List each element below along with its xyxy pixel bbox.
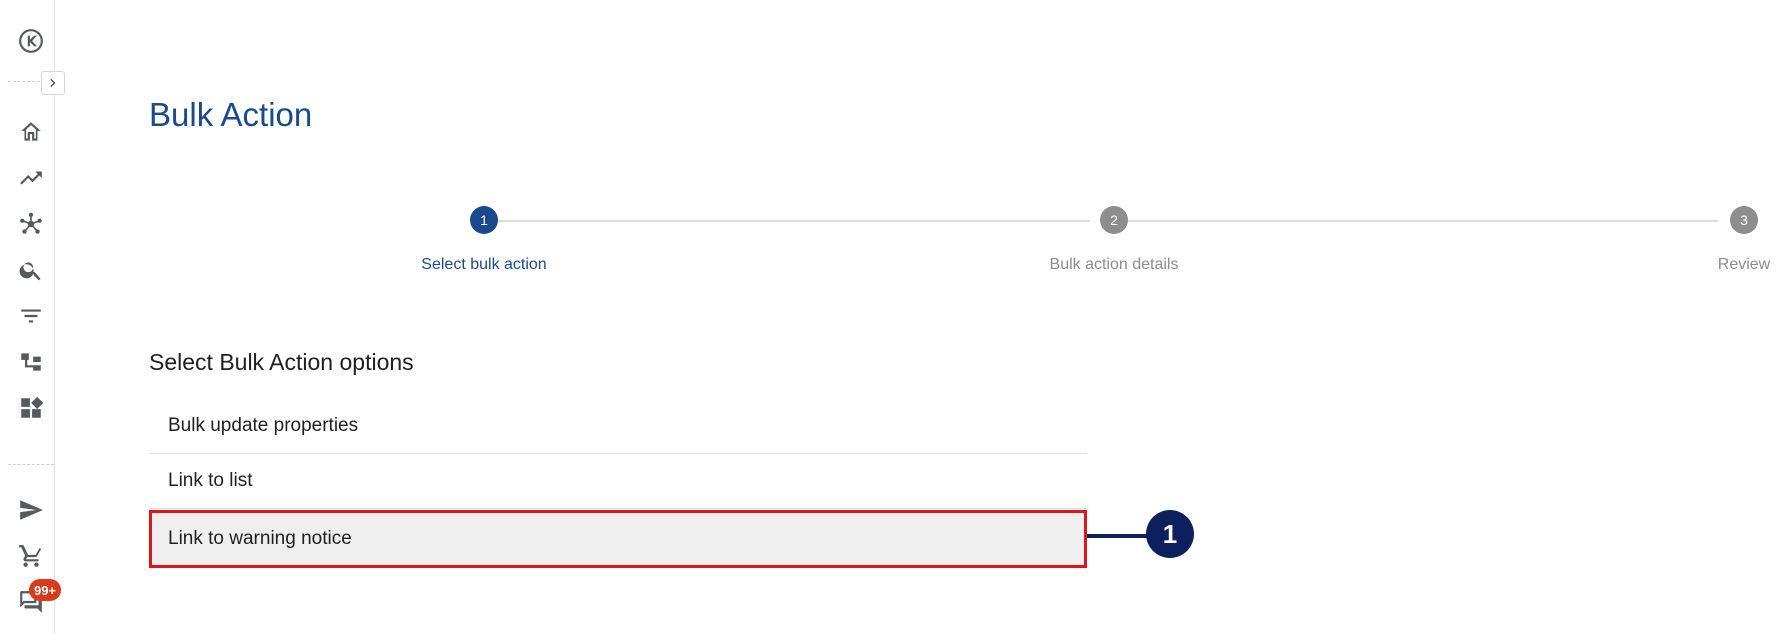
option-link-to-warning-notice[interactable]: Link to warning notice xyxy=(149,510,1087,568)
step-2-indicator[interactable]: 2 xyxy=(1100,206,1128,234)
step-1-indicator[interactable]: 1 xyxy=(470,206,498,234)
callout-connector xyxy=(1087,534,1149,538)
cart-icon[interactable] xyxy=(13,538,49,574)
send-icon[interactable] xyxy=(13,492,49,528)
sidebar: 99+ xyxy=(0,0,65,634)
filter-icon[interactable] xyxy=(13,298,49,334)
chevron-right-icon xyxy=(50,78,56,88)
page-title: Bulk Action xyxy=(149,96,313,133)
widgets-icon[interactable] xyxy=(13,390,49,426)
stepper-connector xyxy=(498,220,1090,222)
callout-marker: 1 xyxy=(1146,510,1194,558)
step-1-label[interactable]: Select bulk action xyxy=(421,256,546,274)
network-icon[interactable] xyxy=(13,206,49,242)
section-heading: Select Bulk Action options xyxy=(149,349,414,375)
search-icon[interactable] xyxy=(13,252,49,288)
stepper-connector xyxy=(1128,220,1718,222)
page: 99+ Bulk Action 1 Select bulk action 2 B… xyxy=(0,0,1786,634)
option-label: Link to list xyxy=(168,470,253,491)
sidebar-expand-button[interactable] xyxy=(41,71,65,95)
bulk-action-options-list: Bulk update properties Link to list Link… xyxy=(149,399,1087,568)
notification-badge: 99+ xyxy=(29,579,61,601)
option-label: Bulk update properties xyxy=(168,415,359,436)
step-3-indicator[interactable]: 3 xyxy=(1730,206,1758,234)
step-3-label[interactable]: Review xyxy=(1718,256,1770,274)
home-icon[interactable] xyxy=(13,114,49,150)
sidebar-divider xyxy=(8,464,54,465)
option-bulk-update-properties[interactable]: Bulk update properties xyxy=(149,399,1087,454)
trending-icon[interactable] xyxy=(13,160,49,196)
logo-icon[interactable] xyxy=(13,23,49,59)
step-2-label[interactable]: Bulk action details xyxy=(1050,256,1179,274)
option-label: Link to warning notice xyxy=(168,528,352,549)
hierarchy-icon[interactable] xyxy=(13,344,49,380)
option-link-to-list[interactable]: Link to list xyxy=(149,454,1087,509)
